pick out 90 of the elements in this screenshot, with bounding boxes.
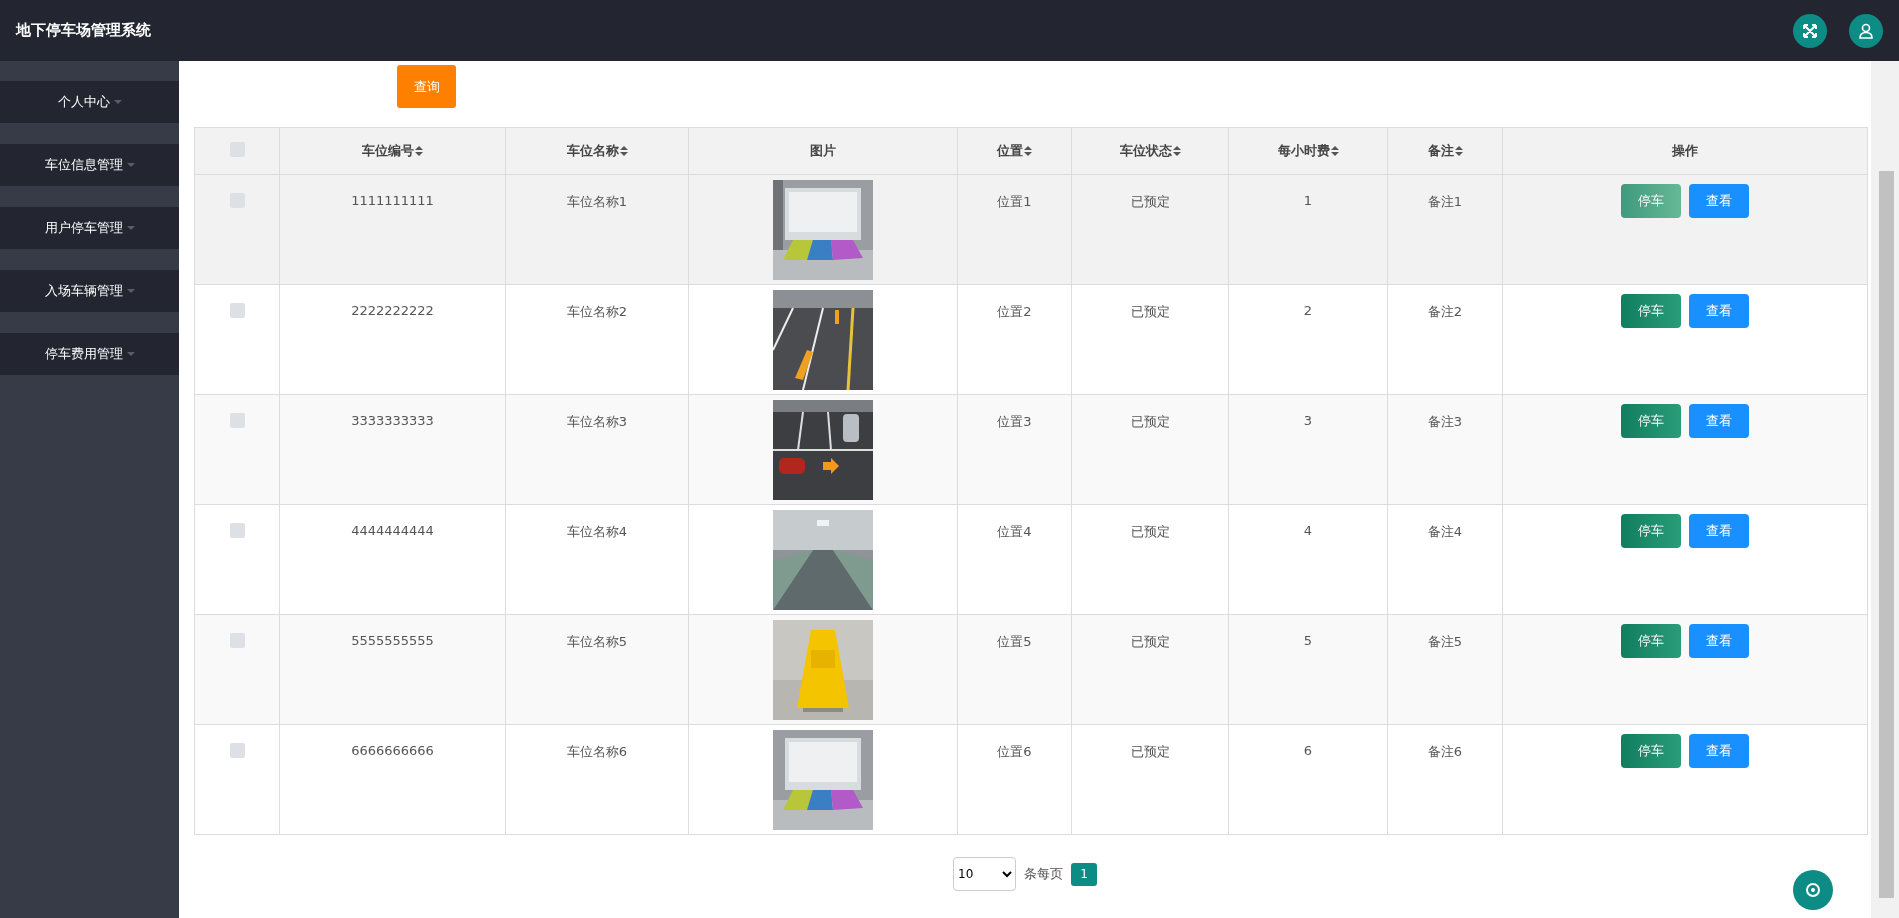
table-cell: 5 bbox=[1303, 633, 1313, 648]
checkbox[interactable] bbox=[229, 523, 245, 538]
park-button[interactable]: 停车 bbox=[1621, 294, 1681, 328]
user-icon bbox=[1858, 22, 1874, 39]
column-header[interactable]: 车位名称 bbox=[566, 142, 628, 160]
view-button[interactable]: 查看 bbox=[1689, 184, 1749, 218]
table-cell: 备注3 bbox=[1427, 414, 1463, 429]
table-cell: 3333333333 bbox=[351, 413, 434, 428]
caret-icon bbox=[126, 352, 135, 356]
query-button[interactable]: 查询 bbox=[397, 65, 456, 108]
fullscreen-button[interactable] bbox=[1793, 13, 1827, 48]
scrollbar[interactable] bbox=[1871, 61, 1899, 918]
table-cell: 车位名称6 bbox=[566, 744, 628, 759]
table-cell: 位置2 bbox=[997, 304, 1032, 319]
table-cell: 4444444444 bbox=[351, 523, 434, 538]
table-cell: 车位名称5 bbox=[566, 634, 628, 649]
menu-item[interactable]: 车位信息管理 bbox=[0, 144, 179, 186]
sort-icon bbox=[1172, 146, 1181, 156]
table-cell: 备注5 bbox=[1427, 634, 1463, 649]
table-cell: 4 bbox=[1303, 523, 1313, 538]
sort-icon bbox=[415, 146, 423, 156]
table-cell: 2 bbox=[1303, 303, 1313, 318]
table-cell: 备注1 bbox=[1427, 194, 1463, 209]
table-cell: 1 bbox=[1303, 193, 1313, 208]
caret-icon bbox=[126, 226, 135, 230]
user-button[interactable] bbox=[1849, 13, 1883, 48]
table-cell: 位置1 bbox=[997, 194, 1032, 209]
table-cell: 位置5 bbox=[997, 634, 1032, 649]
column-header[interactable]: 车位状态 bbox=[1119, 142, 1181, 160]
sort-icon bbox=[1024, 146, 1032, 156]
table-cell: 车位名称2 bbox=[566, 304, 628, 319]
table-cell: 位置4 bbox=[997, 524, 1032, 539]
sort-icon bbox=[619, 146, 628, 156]
checkbox[interactable] bbox=[229, 743, 245, 758]
scrollbar-thumb[interactable] bbox=[1879, 171, 1894, 898]
table-cell: 车位名称4 bbox=[566, 524, 628, 539]
table-cell: 车位名称1 bbox=[566, 194, 628, 209]
per-page-label: 条每页 bbox=[1024, 865, 1063, 883]
caret-icon bbox=[126, 289, 135, 293]
table-cell: 1111111111 bbox=[351, 193, 434, 208]
table-cell: 已预定 bbox=[1130, 304, 1170, 319]
table-cell: 已预定 bbox=[1130, 194, 1170, 209]
table-cell: 已预定 bbox=[1130, 634, 1170, 649]
table-cell: 备注4 bbox=[1427, 524, 1463, 539]
menu-item[interactable]: 用户停车管理 bbox=[0, 207, 179, 249]
page-size-select[interactable]: 10 bbox=[953, 857, 1016, 891]
app-title: 地下停车场管理系统 bbox=[16, 21, 152, 40]
menu-item[interactable]: 入场车辆管理 bbox=[0, 270, 179, 312]
table-cell: 已预定 bbox=[1130, 524, 1170, 539]
menu-item[interactable]: 个人中心 bbox=[0, 81, 179, 123]
park-button[interactable]: 停车 bbox=[1621, 734, 1681, 768]
park-button[interactable]: 停车 bbox=[1621, 514, 1681, 548]
table-cell: 位置3 bbox=[997, 414, 1032, 429]
table-cell: 5555555555 bbox=[351, 633, 434, 648]
view-button[interactable]: 查看 bbox=[1689, 404, 1749, 438]
column-header[interactable]: 备注 bbox=[1427, 142, 1463, 160]
table-cell: 3 bbox=[1303, 413, 1313, 428]
table-cell: 已预定 bbox=[1130, 414, 1170, 429]
park-button[interactable]: 停车 bbox=[1621, 404, 1681, 438]
expand-icon bbox=[1802, 22, 1818, 39]
target-icon bbox=[1805, 882, 1821, 898]
caret-icon bbox=[113, 100, 122, 104]
checkbox[interactable] bbox=[229, 633, 245, 648]
table-cell: 位置6 bbox=[997, 744, 1032, 759]
table-cell: 备注2 bbox=[1427, 304, 1463, 319]
table-cell: 6666666666 bbox=[351, 743, 434, 758]
caret-icon bbox=[126, 163, 135, 167]
float-button[interactable] bbox=[1793, 870, 1833, 910]
table-cell: 备注6 bbox=[1427, 744, 1463, 759]
table-cell: 车位名称3 bbox=[566, 414, 628, 429]
table-cell: 已预定 bbox=[1130, 744, 1170, 759]
sort-icon bbox=[1330, 146, 1339, 156]
column-header[interactable]: 车位编号 bbox=[362, 142, 423, 160]
table-cell: 2222222222 bbox=[351, 303, 434, 318]
column-header: 图片 bbox=[810, 143, 836, 158]
column-header: 操作 bbox=[1672, 143, 1698, 158]
menu-item[interactable]: 停车费用管理 bbox=[0, 333, 179, 375]
park-button[interactable]: 停车 bbox=[1621, 184, 1681, 218]
column-header[interactable]: 位置 bbox=[997, 142, 1032, 160]
park-button[interactable]: 停车 bbox=[1621, 624, 1681, 658]
view-button[interactable]: 查看 bbox=[1689, 514, 1749, 548]
view-button[interactable]: 查看 bbox=[1689, 734, 1749, 768]
sort-icon bbox=[1454, 146, 1463, 156]
view-button[interactable]: 查看 bbox=[1689, 624, 1749, 658]
view-button[interactable]: 查看 bbox=[1689, 294, 1749, 328]
table-cell: 6 bbox=[1303, 743, 1313, 758]
column-header[interactable]: 每小时费 bbox=[1277, 142, 1339, 160]
checkbox[interactable] bbox=[229, 413, 245, 428]
checkbox[interactable] bbox=[229, 303, 245, 318]
page-button[interactable]: 1 bbox=[1071, 862, 1097, 886]
